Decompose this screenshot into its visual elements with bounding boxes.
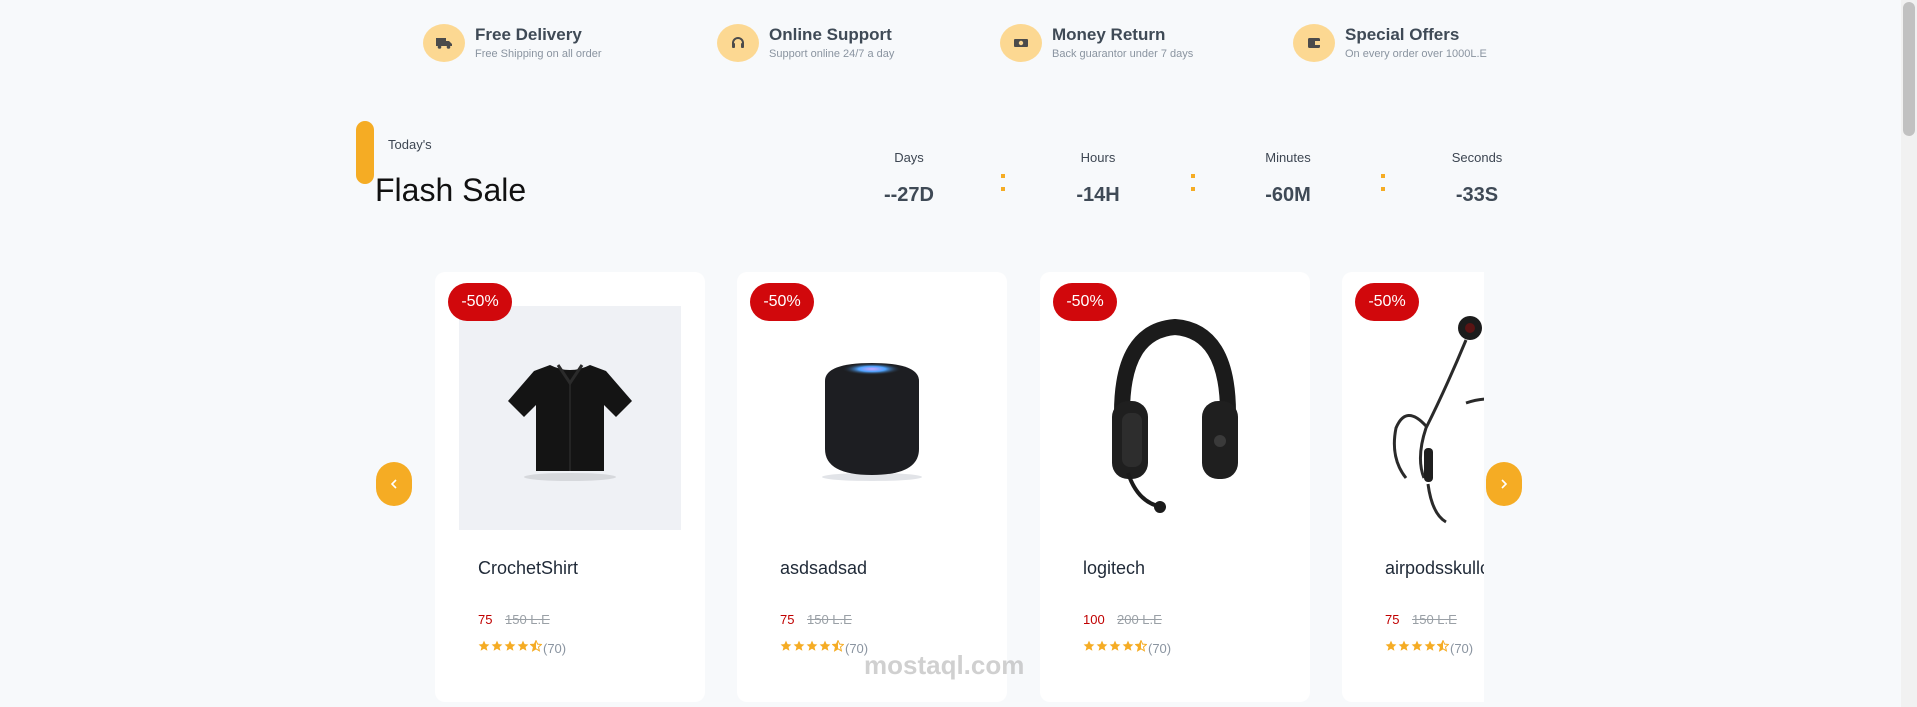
product-old-price: 150 L.E (505, 612, 550, 627)
feature-subtitle: Free Shipping on all order (475, 47, 602, 60)
rating-count: (70) (1148, 640, 1172, 656)
star-icon (517, 639, 530, 657)
star-icon (1083, 639, 1096, 657)
wallet-icon (1293, 24, 1335, 62)
product-card[interactable]: -50% airpodsskullcandy 75 150 L.E (70) (1342, 272, 1484, 702)
chevron-right-icon (1501, 479, 1508, 489)
countdown-separator (1381, 174, 1386, 200)
product-name[interactable]: asdsadsad (780, 558, 867, 579)
product-name[interactable]: logitech (1083, 558, 1145, 579)
product-price: 75 (780, 612, 795, 627)
discount-badge: -50% (448, 283, 512, 321)
product-image[interactable] (459, 306, 681, 530)
star-icon (478, 639, 491, 657)
section-eyebrow: Today's (388, 137, 432, 152)
product-card[interactable]: -50% asdsadsad 75 150 L.E (70) (737, 272, 1007, 702)
scrollbar-thumb[interactable] (1903, 2, 1915, 136)
discount-badge: -50% (1355, 283, 1419, 321)
star-icon (1096, 639, 1109, 657)
star-icon (491, 639, 504, 657)
product-card[interactable]: -50% CrochetShirt 75 150 L.E (70) (435, 272, 705, 702)
rating-stars: (70) (478, 639, 566, 657)
money-icon (1000, 24, 1042, 62)
product-price: 100 (1083, 612, 1105, 627)
product-name[interactable]: airpodsskullcandy (1385, 558, 1484, 579)
star-icon (793, 639, 806, 657)
star-icon (1411, 639, 1424, 657)
star-icon (504, 639, 517, 657)
rating-stars: (70) (1083, 639, 1171, 657)
earphones-image (1392, 316, 1484, 524)
star-icon (819, 639, 832, 657)
star-icon (1385, 639, 1398, 657)
chevron-left-icon (390, 479, 397, 489)
feature-subtitle: Support online 24/7 a day (769, 47, 895, 60)
countdown-separator (1001, 174, 1006, 200)
watermark: mostaql.com (864, 650, 1025, 680)
feature-online-support: Online Support Support online 24/7 a day (717, 24, 894, 62)
speaker-image (822, 363, 922, 481)
rating-count: (70) (1450, 640, 1474, 656)
feature-subtitle: Back guarantor under 7 days (1052, 47, 1194, 60)
rating-stars: (70) (780, 639, 868, 657)
section-accent-bar (356, 121, 374, 184)
feature-free-delivery: Free Delivery Free Shipping on all order (423, 24, 602, 62)
product-price: 75 (478, 612, 493, 627)
discount-badge: -50% (1053, 283, 1117, 321)
product-carousel: -50% CrochetShirt 75 150 L.E (70) -50% a… (430, 262, 1484, 707)
countdown-separator (1191, 174, 1196, 200)
star-icon (1109, 639, 1122, 657)
countdown-minutes-value: -60M (1265, 184, 1311, 206)
feature-money-return: Money Return Back guarantor under 7 days (1000, 24, 1193, 62)
product-old-price: 150 L.E (1412, 612, 1457, 627)
countdown-seconds-label: Seconds (1451, 150, 1503, 165)
product-old-price: 150 L.E (807, 612, 852, 627)
star-icon (806, 639, 819, 657)
countdown-seconds-value: -33S (1455, 184, 1499, 206)
countdown-hours-label: Hours (1080, 150, 1116, 165)
product-price: 75 (1385, 612, 1400, 627)
product-image[interactable] (1366, 306, 1484, 530)
carousel-next-button[interactable] (1486, 462, 1522, 506)
shirt-image (508, 364, 632, 481)
star-icon (780, 639, 793, 657)
product-card[interactable]: -50% logitech 100 200 L.E (70) (1040, 272, 1310, 702)
star-icon (1398, 639, 1411, 657)
product-old-price: 200 L.E (1117, 612, 1162, 627)
feature-title: Free Delivery (475, 24, 582, 44)
feature-special-offers: Special Offers On every order over 1000L… (1293, 24, 1487, 62)
feature-subtitle: On every order over 1000L.E (1345, 47, 1487, 60)
rating-stars: (70) (1385, 639, 1473, 657)
feature-title: Special Offers (1345, 24, 1460, 44)
star-half-icon (1134, 639, 1148, 657)
discount-badge: -50% (750, 283, 814, 321)
star-icon (1424, 639, 1437, 657)
countdown-hours-value: -14H (1076, 184, 1120, 206)
headphones-image (1112, 318, 1238, 513)
product-image[interactable] (761, 306, 983, 530)
star-half-icon (831, 639, 845, 657)
carousel-prev-button[interactable] (376, 462, 412, 506)
product-image[interactable] (1064, 306, 1286, 530)
star-icon (1122, 639, 1135, 657)
product-name[interactable]: CrochetShirt (478, 558, 578, 579)
section-title: Flash Sale (375, 172, 527, 208)
truck-icon (423, 24, 465, 62)
page-scrollbar[interactable] (1901, 0, 1917, 707)
countdown-days-label: Days (894, 150, 924, 165)
star-half-icon (1436, 639, 1450, 657)
star-half-icon (529, 639, 543, 657)
countdown-minutes-label: Minutes (1265, 150, 1311, 165)
feature-title: Money Return (1052, 24, 1166, 44)
rating-count: (70) (543, 640, 567, 656)
headset-icon (717, 24, 759, 62)
countdown-days-value: --27D (883, 184, 934, 206)
feature-title: Online Support (769, 24, 892, 44)
